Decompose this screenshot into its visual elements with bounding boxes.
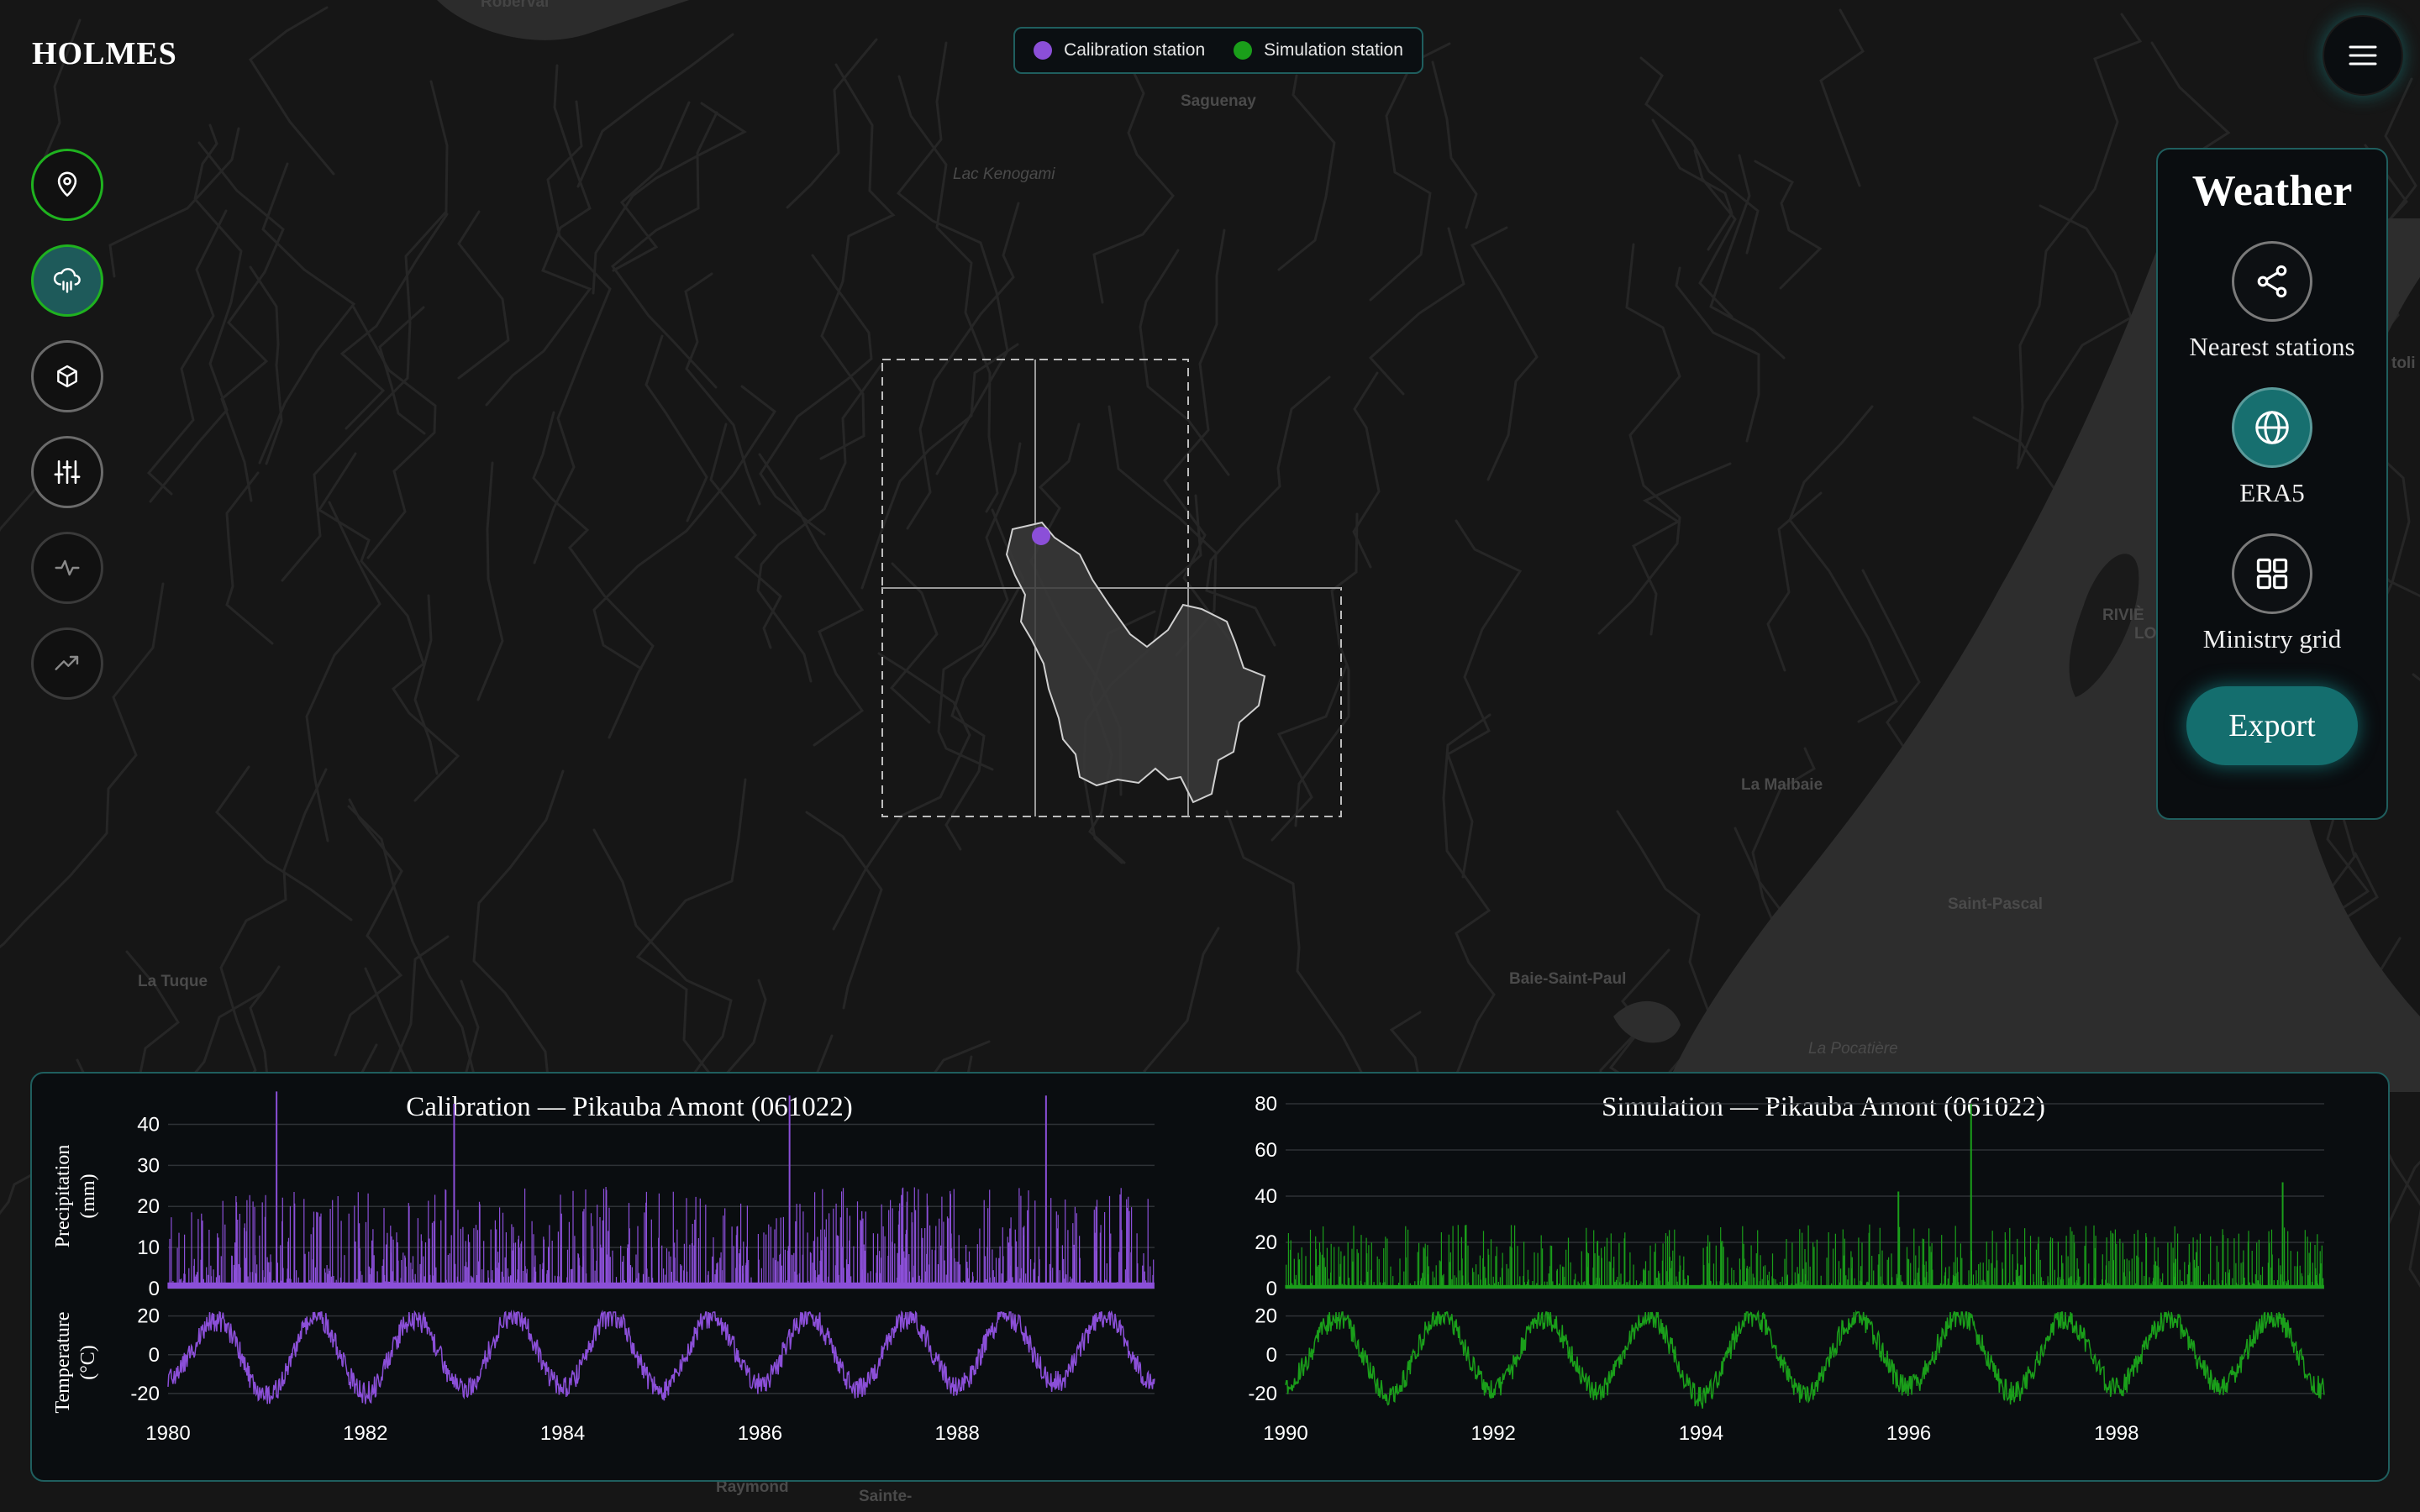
option-era5-label: ERA5 (2239, 478, 2305, 507)
map-label-la-malbaie: La Malbaie (1741, 776, 1823, 794)
map-label-roberval: Roberval (481, 0, 549, 11)
xtick-label: 1992 (1471, 1422, 1516, 1445)
sidebar-item-parameters[interactable] (31, 436, 103, 508)
map-label-sainte: Sainte- (859, 1488, 913, 1505)
xtick-label: 1986 (738, 1422, 782, 1445)
calibration-dot-icon (1034, 41, 1053, 60)
legend-label-simulation: Simulation station (1264, 40, 1403, 60)
map-label-la-pocatiere: La Pocatière (1808, 1040, 1898, 1058)
option-era5-button[interactable] (2232, 387, 2312, 468)
simulation-chart: 0 20 40 60 80 -20 0 20 1990 1992 1994 1996 1998 (1248, 1093, 2325, 1445)
option-ministry-grid[interactable]: Ministry grid (2203, 533, 2341, 654)
map-label-baie-saint-paul: Baie-Saint-Paul (1509, 970, 1627, 988)
precip-ytick-label: 10 (137, 1236, 160, 1259)
option-ministry-grid-label: Ministry grid (2202, 624, 2342, 654)
map-label-saint-pascal: Saint-Pascal (1948, 895, 2043, 913)
map-label-la-tuque: La Tuque (138, 973, 208, 990)
sliders-icon (54, 459, 81, 485)
sidebar-item-location[interactable] (31, 149, 103, 221)
precip-ytick-label: 60 (1255, 1139, 1277, 1162)
legend-label-calibration: Calibration station (1064, 40, 1206, 60)
cloud-rain-icon (53, 268, 81, 293)
sidebar-item-hydrograph[interactable] (31, 532, 103, 604)
option-ministry-grid-button[interactable] (2231, 533, 2312, 614)
temp-ytick-label: 20 (1255, 1305, 1277, 1328)
pulse-icon (55, 559, 80, 576)
weather-panel-title: Weather (2191, 167, 2353, 215)
map-label-riviere: RIVIÈ (2102, 606, 2144, 624)
precip-ytick-label: 0 (149, 1278, 160, 1300)
option-nearest-stations[interactable]: Nearest stations (2189, 241, 2355, 362)
export-button[interactable]: Export (2186, 686, 2358, 765)
charts-panel: Calibration — Pikauba Amont (061022) Sim… (30, 1072, 2390, 1482)
legend-item-calibration: Calibration station (1034, 40, 1205, 60)
map-label-saguenay: Saguenay (1181, 92, 1256, 110)
map-label-lac-kenogami: Lac Kenogami (953, 165, 1055, 183)
grid-icon (2256, 558, 2288, 590)
precip-ytick-label: 40 (1255, 1185, 1277, 1208)
precip-ytick-label: 20 (137, 1195, 160, 1218)
sidebar-item-weather[interactable] (31, 244, 103, 317)
xtick-label: 1996 (1886, 1422, 1931, 1445)
temp-ytick-label: -20 (1248, 1383, 1277, 1405)
option-nearest-stations-label: Nearest stations (2189, 332, 2355, 361)
precip-ytick-label: 20 (1255, 1231, 1277, 1254)
xtick-label: 1988 (935, 1422, 980, 1445)
xtick-label: 1990 (1263, 1422, 1307, 1445)
xtick-label: 1994 (1679, 1422, 1723, 1445)
xtick-label: 1998 (2094, 1422, 2139, 1445)
simulation-dot-icon (1234, 41, 1253, 60)
app-title: HOLMES (32, 36, 177, 71)
precip-bars (167, 1187, 1155, 1289)
weather-panel: Weather Nearest stations ERA5 Ministry g… (2156, 148, 2388, 820)
sidebar-item-trend[interactable] (31, 627, 103, 700)
map-label-toli: toli (2391, 354, 2416, 372)
map-legend: Calibration station Simulation station (1013, 27, 1423, 74)
temp-ylabel-unit: (°C) (77, 1345, 99, 1380)
xtick-label: 1984 (540, 1422, 585, 1445)
menu-button[interactable] (2323, 15, 2403, 96)
option-nearest-stations-button[interactable] (2231, 241, 2312, 322)
trend-up-icon (55, 655, 79, 670)
temp-ytick-label: -20 (130, 1383, 160, 1405)
precip-ytick-label: 40 (137, 1113, 160, 1136)
calibration-chart: 0 10 20 30 40 -20 0 20 1980 1982 1984 1986 1988 Preci… (52, 1091, 1155, 1445)
temp-ytick-label: 0 (1266, 1344, 1277, 1367)
xtick-label: 1980 (145, 1422, 190, 1445)
temp-ylabel: Temperature (52, 1312, 74, 1414)
calibration-station-marker (1032, 527, 1050, 545)
share-nodes-icon (2257, 265, 2287, 298)
precip-ytick-label: 80 (1255, 1093, 1277, 1116)
precip-ytick-label: 0 (1266, 1278, 1277, 1300)
temp-ytick-label: 20 (137, 1305, 160, 1328)
map-label-lo: LO (2134, 625, 2157, 643)
globe-icon (2255, 411, 2289, 444)
map-pin-icon (57, 171, 77, 197)
temperature-line (167, 1310, 1155, 1404)
option-era5[interactable]: ERA5 (2232, 387, 2312, 508)
precip-ylabel-unit: (mm) (77, 1173, 99, 1218)
xtick-label: 1982 (343, 1422, 387, 1445)
sidebar-item-model[interactable] (31, 340, 103, 412)
hamburger-menu-icon (2349, 45, 2377, 66)
precip-ytick-label: 30 (137, 1154, 160, 1177)
legend-item-simulation: Simulation station (1234, 40, 1403, 60)
precip-ylabel: Precipitation (52, 1145, 74, 1248)
cube-icon (57, 365, 77, 388)
temp-ytick-label: 0 (149, 1344, 160, 1367)
precip-bars (1285, 1224, 2324, 1289)
